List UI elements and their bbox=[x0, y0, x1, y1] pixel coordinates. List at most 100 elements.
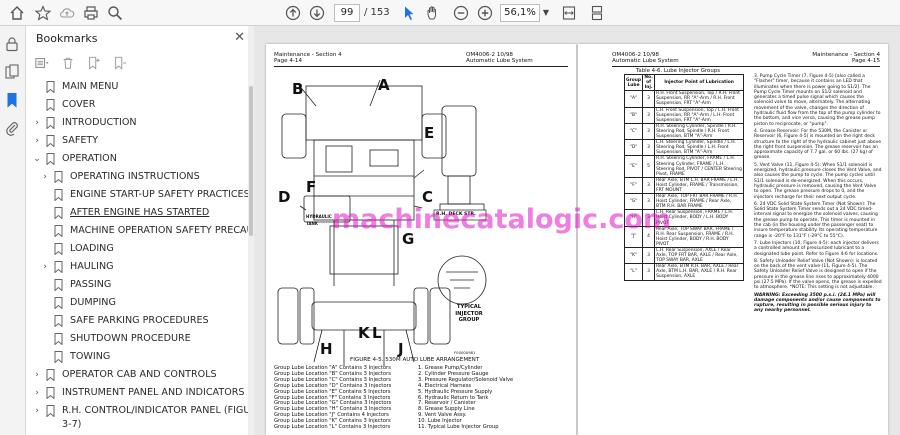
letter-f: F bbox=[306, 178, 317, 196]
chevron-right-icon[interactable]: › bbox=[32, 132, 42, 150]
bookmark-panel-icon[interactable] bbox=[4, 92, 22, 110]
letter-j: J bbox=[398, 340, 404, 358]
chevron-right-icon[interactable]: › bbox=[40, 168, 50, 186]
bookmark-item[interactable]: AFTER ENGINE HAS STARTED bbox=[26, 204, 254, 222]
options-menu-icon[interactable] bbox=[34, 55, 50, 71]
table-cell: "E" bbox=[623, 155, 644, 178]
table-cell: "K" bbox=[623, 246, 644, 265]
col-point: Injector Point of Lubrication bbox=[654, 73, 744, 92]
page-header-right: OM4006-2 10/98 Automatic Lube System bbox=[466, 52, 533, 65]
table-row: "B" 3 L.H. Front Suspension, Top / L.H. Fr… bbox=[623, 106, 744, 124]
zoom-dropdown-chevron-icon[interactable]: ▼ bbox=[541, 4, 551, 22]
hand-tool-icon[interactable] bbox=[424, 4, 442, 22]
previous-page-icon[interactable] bbox=[284, 4, 302, 22]
delete-bookmark-icon[interactable] bbox=[60, 55, 76, 71]
table-row: "A" 3 R.H. Front Suspension, Top / R.H. Fr… bbox=[623, 90, 744, 108]
chevron-down-icon[interactable]: ⌄ bbox=[32, 150, 42, 168]
table-cell: "L" bbox=[623, 263, 644, 281]
home-icon[interactable] bbox=[8, 4, 26, 22]
letter-l: L bbox=[372, 324, 382, 342]
add-bookmark-icon[interactable] bbox=[86, 55, 102, 71]
bookmark-icon bbox=[54, 171, 63, 183]
bookmark-label: MACHINE OPERATION SAFETY PRECAUTIONS bbox=[70, 225, 254, 236]
table-cell: "F" bbox=[623, 176, 644, 195]
watermark: machinecatalogic.com bbox=[332, 204, 672, 235]
letter-a: A bbox=[378, 76, 390, 94]
expand-bookmark-icon[interactable] bbox=[112, 55, 128, 71]
bookmark-label: TOWING bbox=[70, 351, 111, 362]
zoom-out-icon[interactable] bbox=[452, 4, 470, 22]
body-paragraph: 6. 24 VDC Solid State System Timer (Not … bbox=[754, 201, 878, 239]
scroll-mode-icon[interactable] bbox=[588, 4, 606, 22]
figure-number: F00000981 bbox=[454, 350, 476, 355]
zoom-level-input[interactable]: 56,1% bbox=[500, 4, 540, 22]
zoom-in-icon[interactable] bbox=[476, 4, 494, 22]
bookmark-item[interactable]: PASSING bbox=[26, 276, 254, 294]
figure-caption: FIGURE 4-5. 530M AUTO LUBE ARRANGEMENT bbox=[350, 357, 480, 363]
header-topic: Automatic Lube System bbox=[466, 58, 533, 65]
bookmark-label: INSTRUMENT PANEL AND INDICATORS bbox=[62, 387, 245, 398]
bookmark-icon bbox=[54, 261, 63, 273]
legend-line: 11. Typical Lube Injector Group bbox=[418, 424, 499, 431]
bookmark-item[interactable]: COVER bbox=[26, 96, 254, 114]
print-icon[interactable] bbox=[82, 4, 100, 22]
bookmark-item[interactable]: LOADING bbox=[26, 240, 254, 258]
bookmark-item[interactable]: › SAFETY bbox=[26, 132, 254, 150]
bookmarks-panel: Bookmarks ✕ MAIN MENU COVER › INTRODUCTION ›… bbox=[26, 26, 254, 435]
right-column-text: 3. Pump Cycle Timer (7, Figure 4-5) [als… bbox=[754, 74, 882, 316]
bookmark-label: COVER bbox=[62, 99, 96, 110]
table-cell: "D" bbox=[623, 139, 644, 157]
lube-injector-table: Group Lube No. of Inj. Injector Point of… bbox=[623, 73, 744, 281]
bookmark-item[interactable]: ENGINE START-UP SAFETY PRACTICES bbox=[26, 186, 254, 204]
bookmark-item[interactable]: MAIN MENU bbox=[26, 78, 254, 96]
fit-width-icon[interactable] bbox=[560, 4, 578, 22]
bookmark-item[interactable]: › INTRODUCTION bbox=[26, 114, 254, 132]
page-header-left: OM4006-2 10/98 Automatic Lube System bbox=[612, 52, 679, 65]
page-number-input[interactable]: 99 bbox=[334, 4, 360, 22]
lock-icon[interactable] bbox=[4, 36, 22, 54]
table-cell: 3 bbox=[642, 246, 656, 265]
bookmark-item[interactable]: DUMPING bbox=[26, 294, 254, 312]
bookmark-icon bbox=[54, 225, 63, 237]
search-icon[interactable] bbox=[106, 4, 124, 22]
bookmark-item[interactable]: › INSTRUMENT PANEL AND INDICATORS bbox=[26, 384, 254, 402]
bookmark-icon bbox=[46, 153, 55, 165]
bookmark-item[interactable]: SAFE PARKING PROCEDURES bbox=[26, 312, 254, 330]
attachment-icon[interactable] bbox=[4, 120, 22, 138]
bookmark-label: 3-7) bbox=[62, 419, 82, 430]
table-cell: "C" bbox=[623, 122, 644, 141]
bookmark-label: SAFE PARKING PROCEDURES bbox=[70, 315, 209, 326]
bookmark-item[interactable]: MACHINE OPERATION SAFETY PRECAUTIONS bbox=[26, 222, 254, 240]
letter-h: H bbox=[320, 340, 333, 358]
bookmark-item[interactable]: ⌄ OPERATION bbox=[26, 150, 254, 168]
bookmark-item[interactable]: › HAULING bbox=[26, 258, 254, 276]
table-cell: "A" bbox=[623, 90, 644, 108]
table-cell: L.H. Front Suspension, Top / L.H. Front … bbox=[654, 106, 744, 124]
bookmark-item[interactable]: 3-7) bbox=[26, 416, 254, 434]
col-group: Group Lube bbox=[623, 73, 644, 92]
scrollbar-thumb[interactable] bbox=[249, 86, 253, 236]
bookmark-label: OPERATION bbox=[62, 153, 117, 164]
select-cursor-icon[interactable] bbox=[400, 4, 418, 22]
bookmark-item[interactable]: SHUTDOWN PROCEDURE bbox=[26, 330, 254, 348]
group-location-line: Group Lube Location "L" Contains 3 Injec… bbox=[274, 424, 391, 431]
table-cell: 3 bbox=[642, 176, 656, 195]
bookmark-item[interactable]: TOWING bbox=[26, 348, 254, 366]
bookmark-item[interactable]: › OPERATOR CAB AND CONTROLS bbox=[26, 366, 254, 384]
bookmark-item[interactable]: › OPERATING INSTRUCTIONS bbox=[26, 168, 254, 186]
next-page-icon[interactable] bbox=[308, 4, 326, 22]
header-page: Page 4-15 bbox=[851, 58, 880, 65]
cloud-upload-icon[interactable] bbox=[58, 4, 76, 22]
chevron-right-icon[interactable]: › bbox=[32, 114, 42, 132]
typical-injector-label: TYPICAL INJECTOR GROUP bbox=[455, 304, 483, 324]
page-thumbnails-icon[interactable] bbox=[4, 64, 22, 82]
chevron-right-icon[interactable]: › bbox=[40, 258, 50, 276]
star-icon[interactable] bbox=[34, 4, 52, 22]
page-4-15: OM4006-2 10/98 Automatic Lube System Mai… bbox=[578, 44, 888, 435]
navigation-rail bbox=[0, 26, 26, 435]
chevron-right-icon[interactable]: › bbox=[32, 366, 42, 384]
letter-e: E bbox=[424, 124, 435, 142]
close-icon[interactable]: ✕ bbox=[234, 30, 245, 45]
chevron-right-icon[interactable]: › bbox=[32, 384, 42, 402]
bookmark-icon bbox=[46, 81, 55, 93]
